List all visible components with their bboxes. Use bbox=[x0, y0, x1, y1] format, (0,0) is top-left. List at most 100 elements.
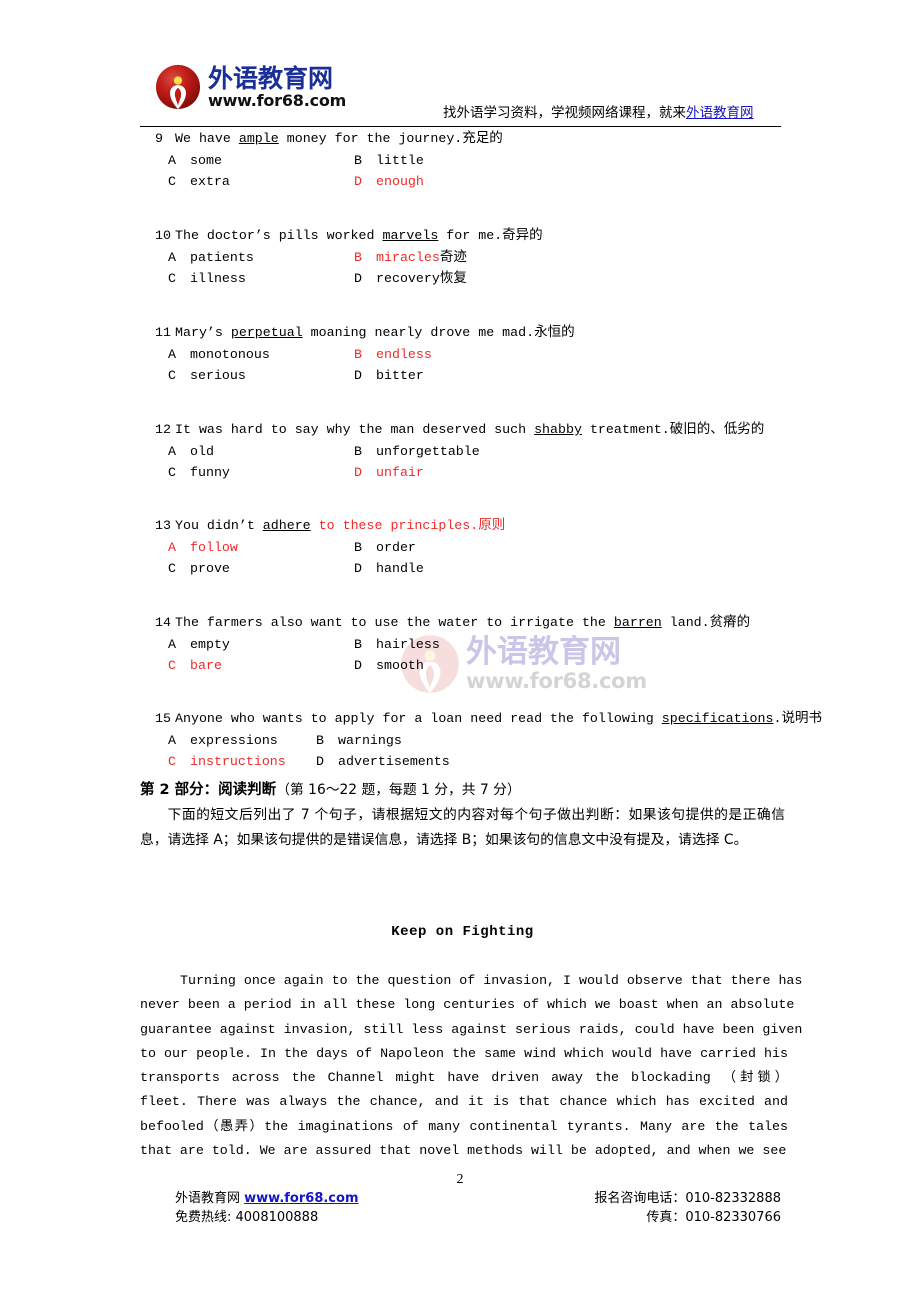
option-letter: C bbox=[168, 561, 176, 576]
option-c[interactable]: Cprove bbox=[168, 558, 354, 580]
footer-fax: 传真：010-82330766 bbox=[646, 1210, 781, 1225]
question-stem: 12 It was hard to say why the man deserve… bbox=[155, 419, 795, 441]
section-instructions: 下面的短文后列出了 7 个句子，请根据短文的内容对每个句子做出判断：如果该句提供… bbox=[140, 803, 785, 853]
stem-gloss: 奇异的 bbox=[502, 227, 543, 243]
question-stem: 15 Anyone who wants to apply for a loan n… bbox=[155, 708, 822, 730]
question-number: 12 bbox=[155, 422, 171, 437]
stem-keyword: barren bbox=[613, 615, 662, 630]
option-c[interactable]: Cextra bbox=[168, 171, 354, 193]
option-letter: B bbox=[316, 732, 324, 748]
question-item: 15 Anyone who wants to apply for a loan n… bbox=[155, 708, 822, 773]
stem-gloss: 说明书 bbox=[781, 710, 822, 726]
option-letter: D bbox=[354, 561, 362, 576]
option-b[interactable]: Bunforgettable bbox=[354, 441, 480, 463]
option-text: warnings bbox=[338, 732, 402, 748]
option-row: Cinstructions Dadvertisements bbox=[155, 751, 795, 773]
section-subtitle: （第 16～22 题，每题 1 分，共 7 分） bbox=[276, 782, 521, 798]
option-letter: A bbox=[168, 152, 176, 168]
option-letter: C bbox=[168, 174, 176, 189]
option-d[interactable]: Dsmooth bbox=[354, 655, 424, 677]
question-number: 14 bbox=[155, 615, 171, 630]
question-item: 10 The doctor’s pills worked marvels for … bbox=[155, 225, 795, 290]
option-a[interactable]: Afollow bbox=[168, 537, 354, 559]
option-a[interactable]: Apatients bbox=[168, 247, 354, 269]
option-letter: B bbox=[354, 249, 362, 265]
passage-line: transports across the Channel might have… bbox=[140, 1070, 788, 1086]
option-letter: B bbox=[354, 539, 362, 555]
option-letter: C bbox=[168, 465, 176, 480]
option-letter: C bbox=[168, 754, 176, 769]
option-letter: A bbox=[168, 346, 176, 362]
tagline-link[interactable]: 外语教育网 bbox=[686, 105, 754, 121]
question-number: 11 bbox=[155, 325, 171, 340]
option-a[interactable]: Asome bbox=[168, 150, 354, 172]
question-stem: 10 The doctor’s pills worked marvels for … bbox=[155, 225, 795, 247]
question-stem-text: Anyone who wants to apply for a loan nee… bbox=[175, 710, 822, 726]
option-d[interactable]: Dadvertisements bbox=[316, 751, 450, 773]
option-row: Cillness Drecovery恢复 bbox=[155, 268, 795, 290]
option-text: prove bbox=[190, 561, 230, 576]
stem-gloss: 破旧的、低劣的 bbox=[669, 421, 765, 437]
option-a[interactable]: Aexpressions bbox=[168, 730, 316, 752]
option-a[interactable]: Aempty bbox=[168, 634, 354, 656]
option-text: empty bbox=[190, 636, 230, 652]
option-c[interactable]: Cserious bbox=[168, 365, 354, 387]
footer-site-link[interactable]: www.for68.com bbox=[244, 1191, 358, 1206]
stem-prefix: You didn’t bbox=[175, 518, 263, 533]
option-row: Asome Blittle bbox=[155, 150, 795, 172]
option-b[interactable]: Bwarnings bbox=[316, 730, 402, 752]
footer-hotline: 免费热线: 4008100888 bbox=[175, 1208, 359, 1227]
option-letter: C bbox=[168, 271, 176, 286]
stem-keyword: perpetual bbox=[230, 325, 303, 340]
option-b[interactable]: Bhairless bbox=[354, 634, 440, 656]
option-b[interactable]: Bmiracles奇迹 bbox=[354, 247, 467, 269]
option-text: funny bbox=[190, 465, 230, 480]
passage-line: guarantee against invasion, still less a… bbox=[140, 1021, 803, 1037]
stem-keyword: ample bbox=[238, 131, 279, 146]
option-letter: A bbox=[168, 539, 176, 555]
option-c[interactable]: Cillness bbox=[168, 268, 354, 290]
header-divider-rule bbox=[140, 126, 781, 127]
question-stem-text: You didn’t adhere to these principles.原则 bbox=[175, 517, 505, 533]
question-stem-text: We have ample money for the journey.充足的 bbox=[175, 130, 503, 146]
option-d[interactable]: Dbitter bbox=[354, 365, 424, 387]
option-c[interactable]: Cbare bbox=[168, 655, 354, 677]
option-text: unfair bbox=[376, 465, 424, 480]
option-row: Cextra Denough bbox=[155, 171, 795, 193]
stem-prefix: It was hard to say why the man deserved … bbox=[175, 422, 535, 437]
option-b[interactable]: Blittle bbox=[354, 150, 424, 172]
option-letter: A bbox=[168, 249, 176, 265]
option-d[interactable]: Dunfair bbox=[354, 462, 424, 484]
option-c[interactable]: Cfunny bbox=[168, 462, 354, 484]
option-letter: B bbox=[354, 636, 362, 652]
option-c[interactable]: Cinstructions bbox=[168, 751, 316, 773]
option-a[interactable]: Amonotonous bbox=[168, 344, 354, 366]
stem-prefix: The doctor’s pills worked bbox=[175, 228, 383, 243]
stem-suffix: moaning nearly drove me mad. bbox=[302, 325, 535, 340]
question-item: 11 Mary’s perpetual moaning nearly drove … bbox=[155, 322, 795, 387]
option-d[interactable]: Drecovery恢复 bbox=[354, 268, 467, 290]
option-text: unforgettable bbox=[376, 443, 480, 459]
for68-logo-icon bbox=[155, 64, 201, 110]
option-text: endless bbox=[376, 346, 432, 362]
footer-site-line: 外语教育网 www.for68.com bbox=[175, 1189, 359, 1208]
stem-gloss: 充足的 bbox=[462, 130, 503, 146]
option-text: order bbox=[376, 539, 416, 555]
option-a[interactable]: Aold bbox=[168, 441, 354, 463]
passage-body: Turning once again to the question of in… bbox=[140, 969, 803, 1163]
question-number: 9 bbox=[155, 131, 163, 146]
option-row: Aold Bunforgettable bbox=[155, 441, 795, 463]
option-text: follow bbox=[190, 539, 238, 555]
stem-suffix: treatment. bbox=[581, 422, 670, 437]
passage-line: befooled（愚弄）the imaginations of many con… bbox=[140, 1118, 788, 1134]
option-text: monotonous bbox=[190, 346, 270, 362]
option-text: smooth bbox=[376, 658, 424, 673]
option-b[interactable]: Border bbox=[354, 537, 416, 559]
question-item: 12 It was hard to say why the man deserve… bbox=[155, 419, 795, 484]
footer-site-label: 外语教育网 bbox=[175, 1191, 245, 1206]
option-text: patients bbox=[190, 249, 254, 265]
option-d[interactable]: Dhandle bbox=[354, 558, 424, 580]
option-b[interactable]: Bendless bbox=[354, 344, 432, 366]
question-number: 10 bbox=[155, 228, 171, 243]
option-d[interactable]: Denough bbox=[354, 171, 424, 193]
